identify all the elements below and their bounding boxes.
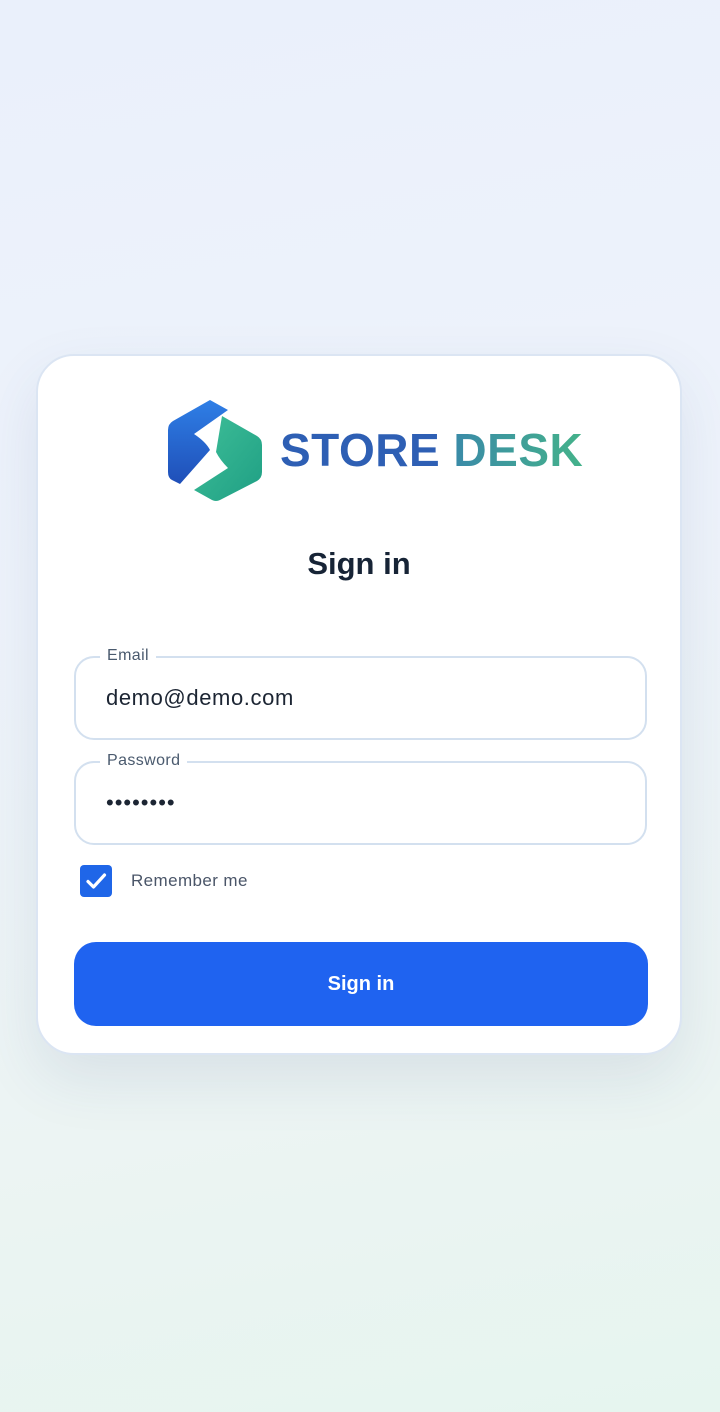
checkmark-icon — [86, 873, 107, 889]
email-field[interactable]: Email — [74, 645, 647, 740]
brand-wordmark: STORE DESK — [280, 427, 583, 473]
remember-me-checkbox[interactable] — [80, 865, 112, 897]
remember-me-row[interactable]: Remember me — [80, 865, 248, 897]
sign-in-button[interactable]: Sign in — [74, 942, 648, 1026]
login-card: STORE DESK Sign in Email Password ••••••… — [36, 354, 682, 1055]
email-input[interactable] — [106, 658, 625, 738]
brand-logo: STORE DESK — [166, 398, 583, 502]
brand-name-desk: DESK — [453, 424, 584, 476]
brand-name-store: STORE — [280, 424, 441, 476]
password-input[interactable]: •••••••• — [106, 763, 625, 843]
password-field[interactable]: Password •••••••• — [74, 750, 647, 845]
remember-me-label[interactable]: Remember me — [131, 871, 248, 891]
hexagon-s-logo-icon — [168, 400, 262, 501]
page-title: Sign in — [307, 546, 411, 581]
